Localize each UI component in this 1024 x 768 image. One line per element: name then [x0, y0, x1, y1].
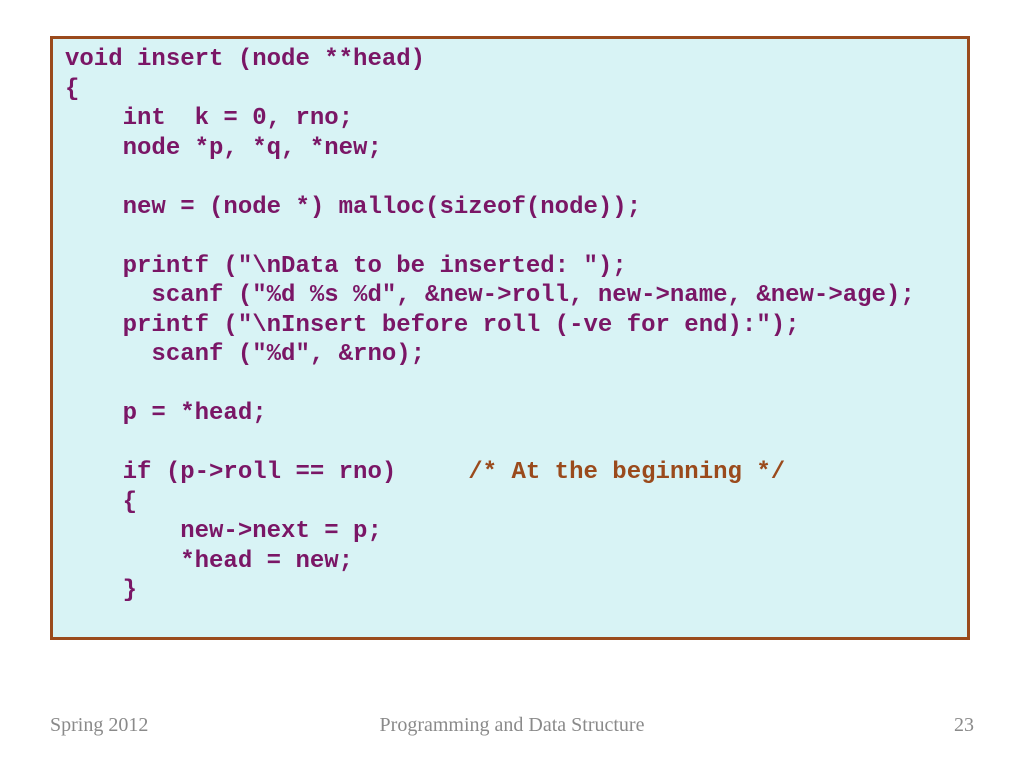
code-line: node *p, *q, *new;	[65, 135, 382, 162]
code-line: *head = new;	[65, 548, 353, 575]
code-line: int k = 0, rno;	[65, 105, 353, 132]
code-line: printf ("\nInsert before roll (-ve for e…	[65, 312, 800, 339]
code-line: void insert (node **head)	[65, 46, 425, 73]
code-comment: /* At the beginning */	[468, 459, 785, 486]
code-line: new = (node *) malloc(sizeof(node));	[65, 194, 641, 221]
code-line: new->next = p;	[65, 518, 382, 545]
code-line: printf ("\nData to be inserted: ");	[65, 253, 627, 280]
code-line: scanf ("%d %s %d", &new->roll, new->name…	[65, 282, 915, 309]
code-line: }	[65, 577, 137, 604]
code-line: {	[65, 76, 79, 103]
code-box: void insert (node **head) { int k = 0, r…	[50, 36, 970, 640]
code-block: void insert (node **head) { int k = 0, r…	[65, 45, 955, 606]
footer-center: Programming and Data Structure	[0, 714, 1024, 737]
code-line: {	[65, 489, 137, 516]
code-line: if (p->roll == rno)	[65, 459, 468, 486]
footer: Spring 2012 Programming and Data Structu…	[0, 714, 1024, 744]
footer-page-number: 23	[954, 714, 974, 737]
slide: void insert (node **head) { int k = 0, r…	[0, 0, 1024, 768]
code-line: p = *head;	[65, 400, 267, 427]
code-line: scanf ("%d", &rno);	[65, 341, 425, 368]
